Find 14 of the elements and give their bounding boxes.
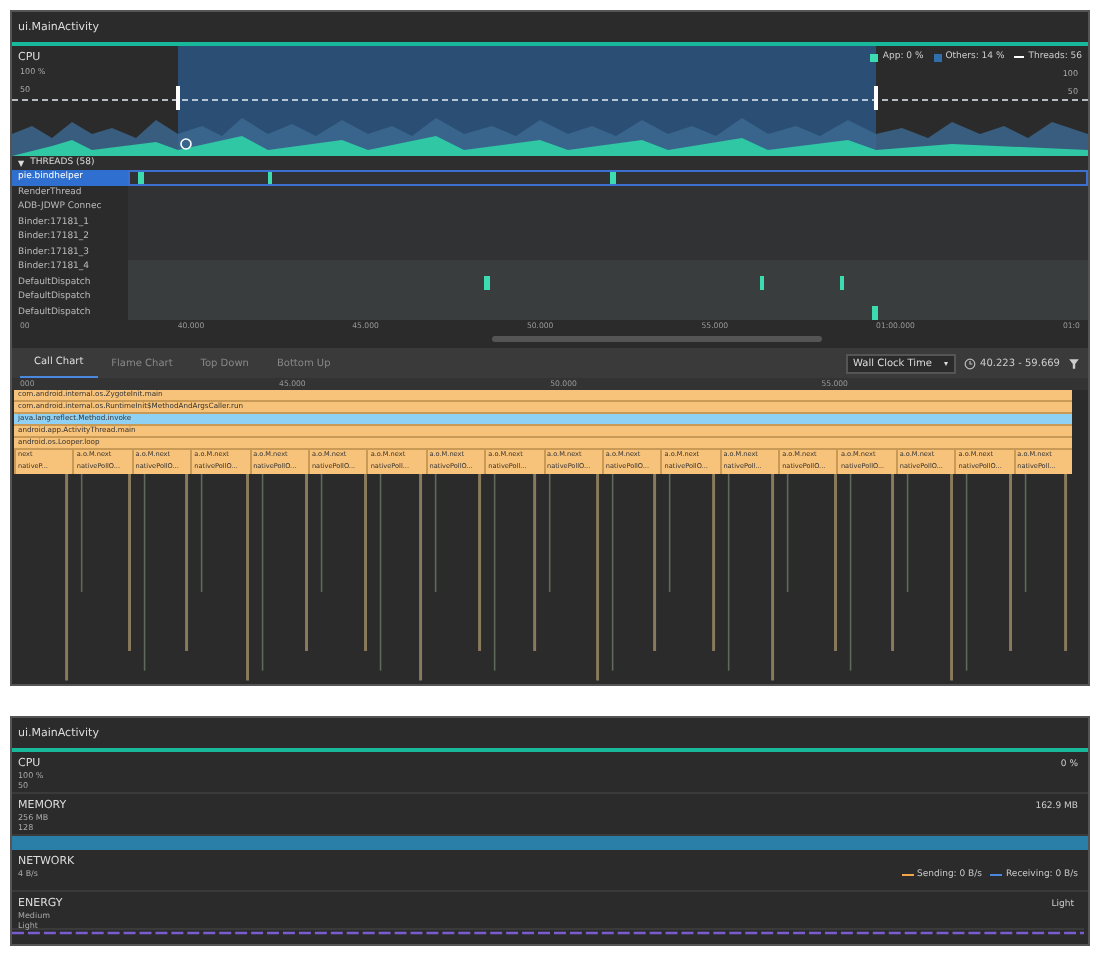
legend-swatch-icon bbox=[933, 53, 942, 61]
filter-icon[interactable] bbox=[1068, 357, 1080, 369]
legend-line-icon bbox=[901, 873, 914, 875]
activity-mark bbox=[610, 172, 616, 183]
clock-icon bbox=[964, 357, 977, 369]
activity-mark bbox=[268, 172, 272, 183]
activity-mark bbox=[840, 275, 844, 290]
legend-swatch-icon bbox=[870, 53, 879, 61]
activity-mark bbox=[138, 172, 144, 183]
activity-mark bbox=[484, 275, 490, 290]
activity-mark bbox=[760, 275, 764, 290]
scrollbar-thumb[interactable] bbox=[492, 336, 822, 342]
activity-mark bbox=[872, 305, 878, 320]
legend-line-icon bbox=[990, 873, 1002, 875]
